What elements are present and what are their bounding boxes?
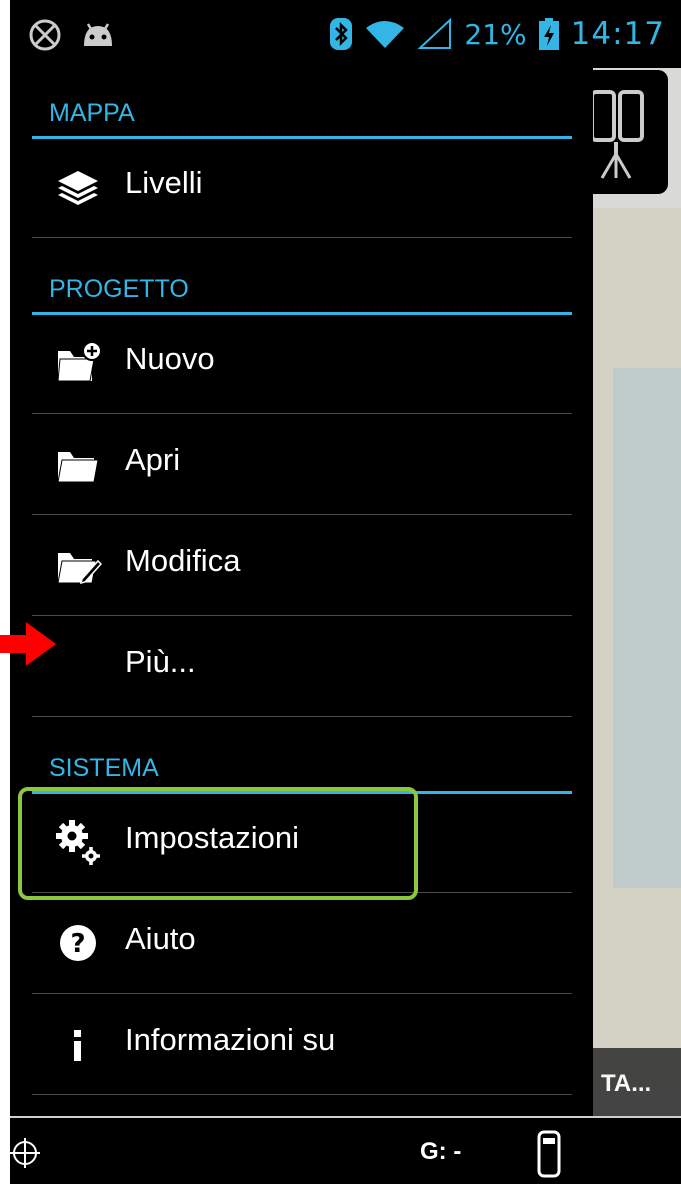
battery-charging-icon	[538, 18, 559, 50]
highlight-box-annotation	[18, 787, 418, 900]
red-arrow-annotation	[0, 622, 56, 666]
menu-item-label: Modifica	[125, 543, 241, 578]
svg-text:?: ?	[70, 929, 85, 959]
new-folder-icon	[57, 341, 102, 382]
wifi-icon	[366, 21, 405, 48]
open-folder-icon	[57, 452, 99, 483]
section-title: PROGETTO	[49, 275, 189, 303]
bottom-status-bar: G: -	[10, 1116, 681, 1184]
signal-icon	[418, 18, 452, 49]
menu-item-label: Più...	[125, 644, 196, 679]
menu-item-apri[interactable]: Apri	[32, 414, 572, 515]
edit-folder-icon	[57, 553, 102, 585]
status-bar: 21% 14:17	[10, 0, 681, 68]
help-icon: ?	[60, 925, 96, 961]
menu-item-livelli[interactable]: Livelli	[32, 137, 572, 238]
section-header-progetto: PROGETTO	[32, 244, 572, 315]
gnss-status: G: -	[420, 1138, 462, 1165]
menu-item-nuovo[interactable]: Nuovo	[32, 313, 572, 414]
menu-item-modifica[interactable]: Modifica	[32, 515, 572, 616]
menu-item-aiuto[interactable]: ? Aiuto	[32, 893, 572, 994]
map-status-strip: TA...	[593, 1048, 681, 1116]
section-title: SISTEMA	[49, 754, 159, 782]
phone-screen: 21% 14:17 TA... MAPPA Livelli PROGETTO N…	[10, 0, 681, 1184]
section-header-mappa: MAPPA	[32, 68, 572, 139]
info-icon	[74, 1030, 81, 1061]
menu-item-piu[interactable]: Più...	[32, 616, 572, 717]
menu-item-label: Nuovo	[125, 341, 215, 376]
menu-item-informazioni[interactable]: Informazioni su	[32, 994, 572, 1095]
map-status-label: TA...	[601, 1070, 652, 1097]
layers-icon	[58, 171, 98, 205]
map-view[interactable]: TA...	[593, 68, 681, 1116]
battery-percent: 21%	[464, 17, 527, 51]
menu-item-label: Informazioni su	[125, 1022, 336, 1057]
menu-item-label: Aiuto	[125, 921, 196, 956]
no-gps-icon	[29, 19, 61, 51]
clock: 14:17	[570, 16, 665, 52]
bluetooth-icon	[330, 18, 353, 50]
section-header-sistema: SISTEMA	[32, 723, 572, 794]
menu-item-label: Livelli	[125, 165, 203, 200]
menu-item-label: Apri	[125, 442, 181, 477]
map-water	[613, 368, 681, 888]
crosshair-icon[interactable]	[10, 1138, 40, 1168]
navigation-drawer: MAPPA Livelli PROGETTO Nuovo Apri Modifi…	[10, 68, 593, 1116]
gps-receiver-status-icon[interactable]	[536, 1130, 562, 1178]
section-title: MAPPA	[49, 99, 135, 127]
android-icon	[84, 23, 112, 46]
